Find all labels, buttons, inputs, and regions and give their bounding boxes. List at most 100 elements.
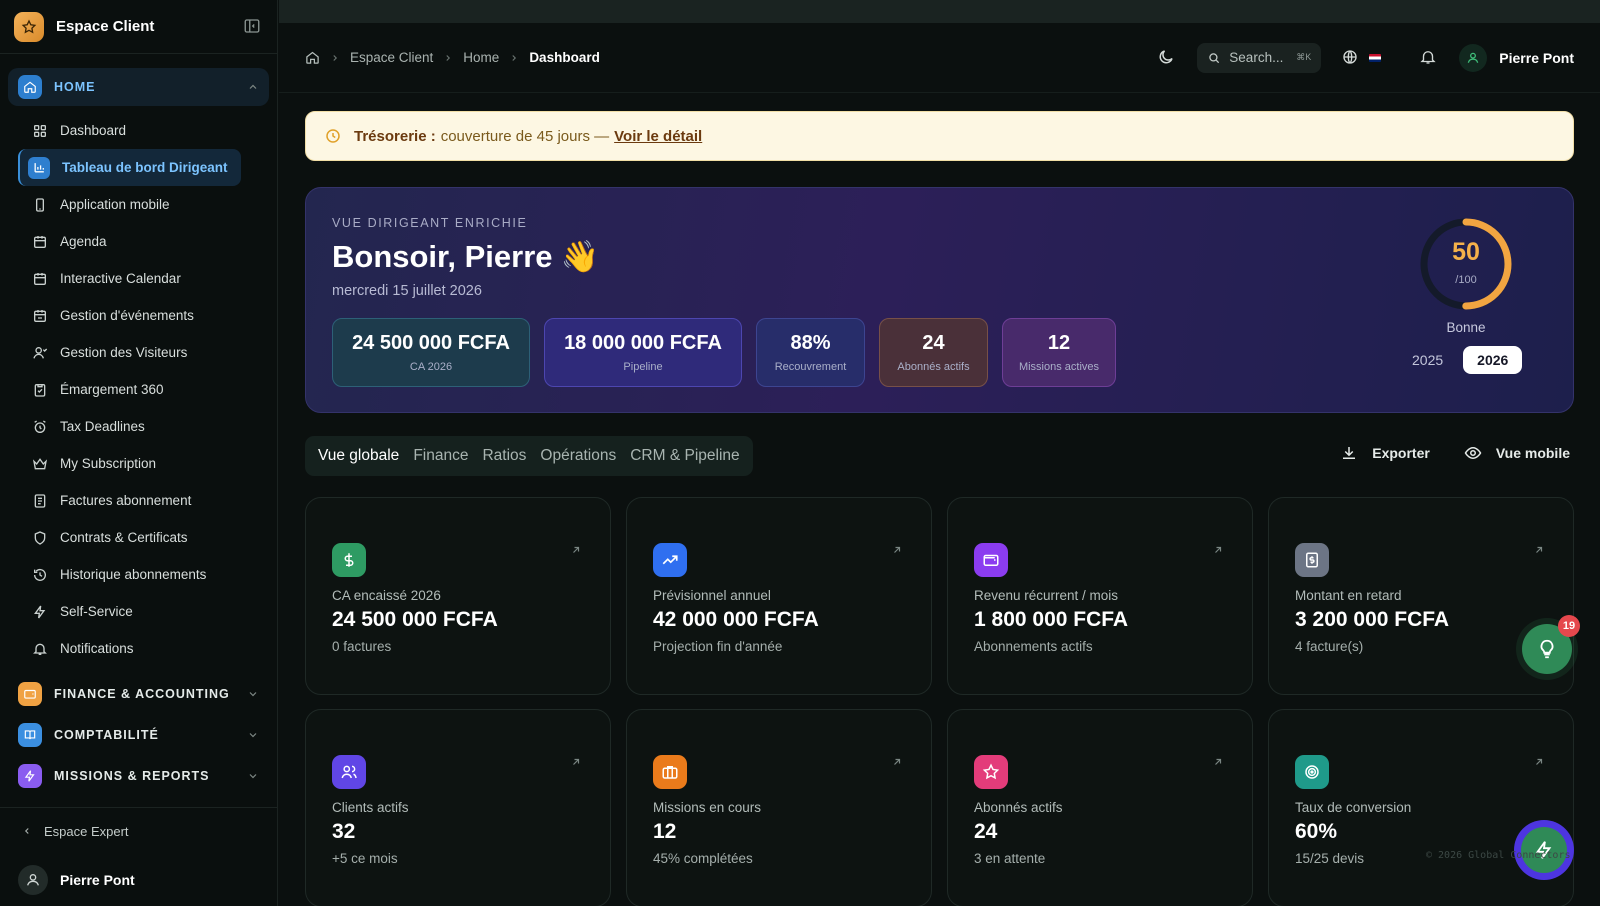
card-missions-en-cours[interactable]: Missions en cours 12 45% complétées [626,709,932,906]
hero-kpis: 24 500 000 FCFA CA 2026 18 000 000 FCFA Pi… [332,318,1116,387]
invoice-icon [1295,543,1329,577]
star-icon [974,755,1008,789]
kpi-value: 24 500 000 FCFA [352,332,510,354]
chevron-down-icon [247,729,259,741]
sidebar-user[interactable]: Pierre Pont [0,854,277,906]
card-subtitle: Projection fin d'année [653,639,783,654]
sidebar-item-mobile-app[interactable]: Application mobile [18,186,241,223]
group-finance[interactable]: FINANCE & ACCOUNTING [8,675,269,713]
card-taux-conversion[interactable]: Taux de conversion 60% 15/25 devis [1268,709,1574,906]
sidebar-item-agenda[interactable]: Agenda [18,223,241,260]
kpi-value: 12 [1047,332,1071,354]
sidebar-item-dashboard[interactable]: Dashboard [18,112,241,149]
sidebar-item-events[interactable]: Gestion d'événements [18,297,241,334]
user-menu[interactable]: Pierre Pont [1459,43,1574,72]
tab-ratios[interactable]: Ratios [475,436,533,476]
sidebar-item-notifications[interactable]: Notifications [18,630,241,667]
kpi-ca[interactable]: 24 500 000 FCFA CA 2026 [332,318,530,387]
sidebar-user-name: Pierre Pont [60,872,135,888]
card-abonnes-actifs[interactable]: Abonnés actifs 24 3 en attente [947,709,1253,906]
sidebar-item-history[interactable]: Historique abonnements [18,556,241,593]
card-value: 3 200 000 FCFA [1295,608,1450,631]
group-comptabilite[interactable]: COMPTABILITÉ [8,716,269,754]
chevron-right-icon [443,53,453,63]
card-label: Revenu récurrent / mois [974,588,1119,603]
book-icon [18,723,42,747]
group-missions[interactable]: MISSIONS & REPORTS [8,757,269,795]
globe-icon[interactable] [1341,48,1361,68]
sidebar-item-contracts[interactable]: Contrats & Certificats [18,519,241,556]
card-ca-encaisse[interactable]: CA encaissé 2026 24 500 000 FCFA 0 factu… [305,497,611,695]
card-revenu-recurrent[interactable]: Revenu récurrent / mois 1 800 000 FCFA A… [947,497,1253,695]
card-clients-actifs[interactable]: Clients actifs 32 +5 ce mois [305,709,611,906]
home-icon[interactable] [305,50,320,65]
users-icon [332,755,366,789]
arrow-up-right-icon[interactable] [570,544,582,556]
arrow-up-right-icon[interactable] [1533,756,1545,768]
group-comptabilite-label: COMPTABILITÉ [54,728,159,742]
arrow-up-right-icon[interactable] [1212,544,1224,556]
alert-message: couverture de 45 jours — [440,127,610,145]
sidebar-item-label: Gestion des Visiteurs [60,345,188,360]
target-icon [1295,755,1329,789]
sidebar-item-visitors[interactable]: Gestion des Visiteurs [18,334,241,371]
sidebar-item-label: Notifications [60,641,134,656]
export-button[interactable]: Exporter [1340,444,1430,462]
sidebar-item-label: Contrats & Certificats [60,530,188,545]
sidebar-toggle-icon[interactable] [243,17,263,37]
hero-greeting: Bonsoir, Pierre 👋 [332,238,599,275]
card-previsionnel[interactable]: Prévisionnel annuel 42 000 000 FCFA Proj… [626,497,932,695]
kpi-cards-grid: CA encaissé 2026 24 500 000 FCFA 0 factu… [305,497,1574,906]
breadcrumb-espace-client[interactable]: Espace Client [350,50,433,65]
score-label: Bonne [1446,320,1486,335]
group-home[interactable]: HOME [8,68,269,106]
notification-count-badge: 19 [1558,615,1580,637]
chevron-down-icon [247,688,259,700]
arrow-up-right-icon[interactable] [1212,756,1224,768]
main-content: Espace Client Home Dashboard Search... ⌘… [279,0,1600,906]
year-2026[interactable]: 2026 [1463,346,1523,374]
export-label: Exporter [1372,445,1430,461]
sidebar-item-label: My Subscription [60,456,157,471]
score-max: /100 [1455,274,1477,286]
sidebar-item-subscription[interactable]: My Subscription [18,445,241,482]
sidebar-item-label: Tableau de bord Dirigeant [62,160,228,175]
breadcrumb-home[interactable]: Home [463,50,499,65]
year-2025[interactable]: 2025 [1406,352,1449,368]
search-shortcut: ⌘K [1296,52,1312,62]
sidebar-item-interactive-calendar[interactable]: Interactive Calendar [18,260,241,297]
moon-icon[interactable] [1157,48,1177,68]
tab-finance[interactable]: Finance [406,436,475,476]
hero-banner: VUE DIRIGEANT ENRICHIE Bonsoir, Pierre 👋… [305,187,1574,413]
arrow-up-right-icon[interactable] [891,544,903,556]
kpi-missions[interactable]: 12 Missions actives [1002,318,1116,387]
uk-flag-icon[interactable] [1369,53,1382,62]
arrow-up-right-icon[interactable] [1533,544,1545,556]
grid-icon [32,123,48,139]
espace-expert-link[interactable]: Espace Expert [0,808,277,854]
card-label: Abonnés actifs [974,800,1063,815]
kpi-label: Missions actives [1018,361,1100,373]
kpi-abonnes[interactable]: 24 Abonnés actifs [879,318,988,387]
card-subtitle: 4 facture(s) [1295,639,1364,654]
alert-detail-link[interactable]: Voir le détail [614,128,702,145]
sidebar-item-emargement[interactable]: Émargement 360 [18,371,241,408]
sidebar-item-tax-deadlines[interactable]: Tax Deadlines [18,408,241,445]
kpi-recouvrement[interactable]: 88% Recouvrement [756,318,865,387]
arrow-up-right-icon[interactable] [891,756,903,768]
sidebar-item-tableau-de-bord[interactable]: Tableau de bord Dirigeant [18,149,241,186]
bolt-icon [32,604,48,620]
card-value: 32 [332,820,356,843]
sidebar-item-invoices[interactable]: Factures abonnement [18,482,241,519]
search-icon [1207,51,1221,65]
tab-operations[interactable]: Opérations [533,436,623,476]
mobile-view-button[interactable]: Vue mobile [1464,444,1570,462]
tab-crm-pipeline[interactable]: CRM & Pipeline [623,436,746,476]
kpi-pipeline[interactable]: 18 000 000 FCFA Pipeline [544,318,742,387]
sidebar-item-self-service[interactable]: Self-Service [18,593,241,630]
tab-vue-globale[interactable]: Vue globale [311,436,406,476]
card-value: 1 800 000 FCFA [974,608,1129,631]
arrow-up-right-icon[interactable] [570,756,582,768]
search-input[interactable]: Search... ⌘K [1197,42,1322,73]
bell-icon[interactable] [1419,48,1439,68]
